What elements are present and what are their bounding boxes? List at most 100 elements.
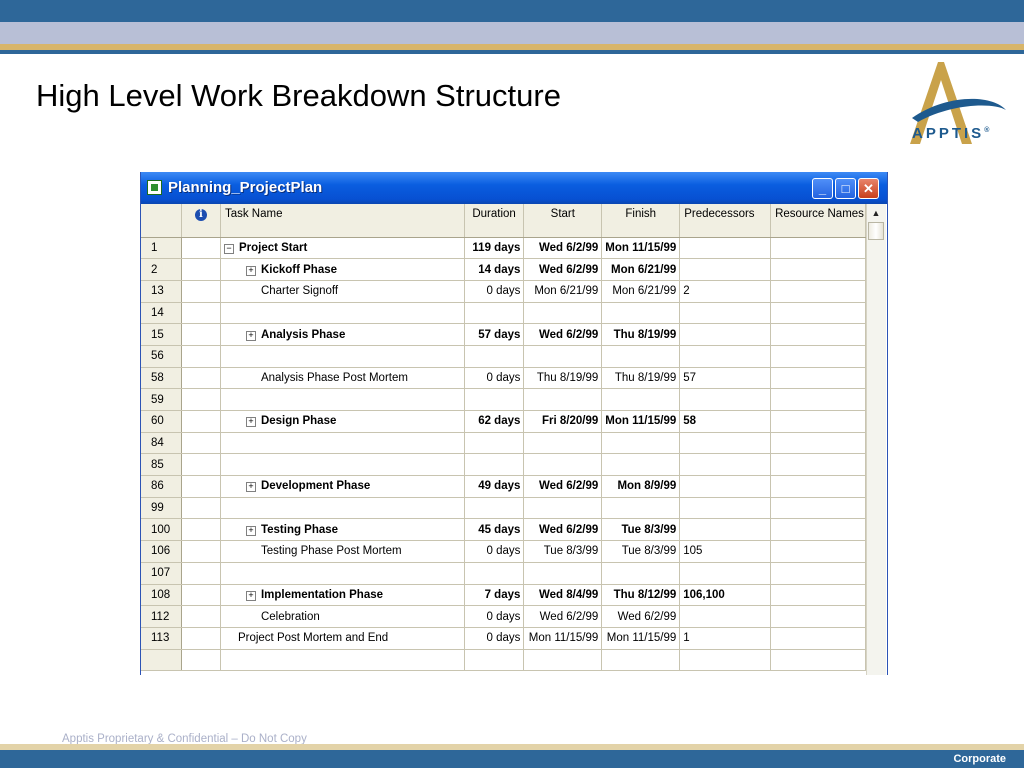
finish-cell[interactable] (601, 453, 681, 477)
column-header-resource-names[interactable]: Resource Names (770, 204, 866, 238)
task-name-cell[interactable] (220, 388, 465, 411)
predecessors-cell[interactable] (679, 518, 772, 542)
predecessors-cell[interactable] (679, 237, 772, 260)
task-name-cell[interactable]: + Development Phase (220, 475, 465, 498)
row-number[interactable]: 84 (141, 432, 182, 455)
table-row[interactable]: 84 (141, 432, 866, 455)
close-button[interactable]: ✕ (858, 178, 879, 199)
predecessors-cell[interactable] (679, 388, 772, 411)
duration-cell[interactable] (464, 497, 525, 520)
start-cell[interactable] (523, 562, 603, 585)
row-indicator-cell[interactable] (181, 432, 221, 455)
start-cell[interactable]: Wed 8/4/99 (523, 584, 603, 607)
resource-names-cell[interactable] (770, 540, 866, 563)
finish-cell[interactable]: Mon 6/21/99 (601, 258, 681, 281)
predecessors-cell[interactable] (679, 432, 772, 455)
task-name-cell[interactable]: Testing Phase Post Mortem (220, 540, 465, 563)
row-indicator-cell[interactable] (181, 302, 221, 325)
resource-names-cell[interactable] (770, 432, 866, 455)
resource-names-cell[interactable] (770, 258, 866, 281)
column-header-info[interactable]: i (181, 204, 221, 238)
row-indicator-cell[interactable] (181, 649, 221, 672)
duration-cell[interactable]: 0 days (464, 367, 525, 390)
column-header-start[interactable]: Start (523, 204, 603, 238)
start-cell[interactable]: Mon 6/21/99 (523, 280, 603, 303)
row-indicator-cell[interactable] (181, 605, 221, 628)
task-name-cell[interactable] (220, 302, 465, 325)
row-number[interactable]: 86 (141, 475, 182, 498)
row-indicator-cell[interactable] (181, 518, 221, 542)
finish-cell[interactable] (601, 497, 681, 520)
resource-names-cell[interactable] (770, 518, 866, 542)
duration-cell[interactable] (464, 302, 525, 325)
task-name-cell[interactable]: + Testing Phase (220, 518, 465, 542)
row-indicator-cell[interactable] (181, 497, 221, 520)
row-number[interactable]: 58 (141, 367, 182, 390)
duration-cell[interactable]: 45 days (464, 518, 525, 542)
predecessors-cell[interactable]: 105 (679, 540, 772, 563)
row-number[interactable]: 99 (141, 497, 182, 520)
finish-cell[interactable] (601, 345, 681, 368)
start-cell[interactable]: Wed 6/2/99 (523, 237, 603, 260)
minimize-button[interactable]: _ (812, 178, 833, 199)
predecessors-cell[interactable]: 57 (679, 367, 772, 390)
expand-icon[interactable]: + (245, 525, 256, 536)
start-cell[interactable]: Wed 6/2/99 (523, 605, 603, 628)
start-cell[interactable]: Wed 6/2/99 (523, 323, 603, 346)
duration-cell[interactable] (464, 345, 525, 368)
table-row[interactable]: 14 (141, 302, 866, 325)
predecessors-cell[interactable]: 2 (679, 280, 772, 303)
row-indicator-cell[interactable] (181, 475, 221, 498)
start-cell[interactable]: Wed 6/2/99 (523, 475, 603, 498)
vertical-scrollbar[interactable]: ▲ (866, 204, 886, 675)
start-cell[interactable] (523, 497, 603, 520)
duration-cell[interactable] (464, 388, 525, 411)
table-row[interactable]: 85 (141, 453, 866, 477)
task-name-cell[interactable] (220, 345, 465, 368)
predecessors-cell[interactable] (679, 258, 772, 281)
predecessors-cell[interactable] (679, 475, 772, 498)
row-number[interactable]: 59 (141, 388, 182, 411)
table-row[interactable]: 108 + Implementation Phase 7 days Wed 8/4/99… (141, 584, 866, 607)
resource-names-cell[interactable] (770, 584, 866, 607)
start-cell[interactable]: Fri 8/20/99 (523, 410, 603, 433)
task-name-cell[interactable] (220, 453, 465, 477)
resource-names-cell[interactable] (770, 605, 866, 628)
task-name-cell[interactable]: Charter Signoff (220, 280, 465, 303)
column-header-duration[interactable]: Duration (464, 204, 525, 238)
predecessors-cell[interactable]: 1 (679, 627, 772, 650)
table-row[interactable]: 113 Project Post Mortem and End 0 days Mon … (141, 627, 866, 650)
duration-cell[interactable] (464, 649, 525, 672)
start-cell[interactable]: Thu 8/19/99 (523, 367, 603, 390)
table-row[interactable]: 59 (141, 388, 866, 411)
predecessors-cell[interactable] (679, 562, 772, 585)
table-row[interactable]: 1− Project Start 119 days Wed 6/2/99 Mon 11/… (141, 237, 866, 260)
resource-names-cell[interactable] (770, 302, 866, 325)
expand-icon[interactable]: + (245, 482, 256, 493)
task-name-cell[interactable]: Celebration (220, 605, 465, 628)
finish-cell[interactable]: Tue 8/3/99 (601, 540, 681, 563)
finish-cell[interactable]: Mon 11/15/99 (601, 410, 681, 433)
finish-cell[interactable]: Tue 8/3/99 (601, 518, 681, 542)
start-cell[interactable]: Mon 11/15/99 (523, 627, 603, 650)
column-header-task-name[interactable]: Task Name (220, 204, 465, 238)
resource-names-cell[interactable] (770, 562, 866, 585)
duration-cell[interactable]: 0 days (464, 627, 525, 650)
column-header-finish[interactable]: Finish (601, 204, 681, 238)
task-name-cell[interactable]: Project Post Mortem and End (220, 627, 465, 650)
window-titlebar[interactable]: Planning_ProjectPlan _ □ ✕ (141, 172, 887, 204)
expand-icon[interactable]: + (245, 330, 256, 341)
duration-cell[interactable] (464, 562, 525, 585)
table-row[interactable]: 107 (141, 562, 866, 585)
expand-icon[interactable]: + (245, 265, 256, 276)
duration-cell[interactable] (464, 453, 525, 477)
resource-names-cell[interactable] (770, 388, 866, 411)
start-cell[interactable]: Tue 8/3/99 (523, 540, 603, 563)
predecessors-cell[interactable] (679, 302, 772, 325)
finish-cell[interactable]: Mon 8/9/99 (601, 475, 681, 498)
duration-cell[interactable]: 119 days (464, 237, 525, 260)
start-cell[interactable] (523, 345, 603, 368)
row-number[interactable]: 106 (141, 540, 182, 563)
row-indicator-cell[interactable] (181, 280, 221, 303)
expand-icon[interactable]: + (245, 590, 256, 601)
